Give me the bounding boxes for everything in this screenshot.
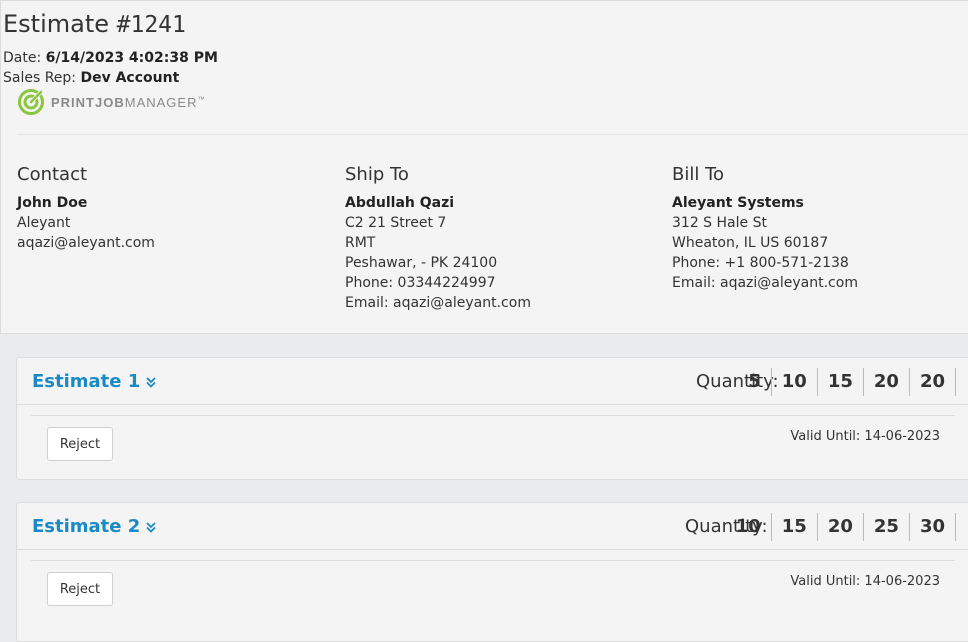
bill-to-heading: Bill To	[672, 164, 725, 185]
trademark: ™	[197, 96, 206, 104]
bill-to-line: Wheaton, IL US 60187	[672, 235, 829, 251]
double-chevron-down-icon	[146, 522, 156, 533]
estimate-card-header: Estimate 1 Quantity: 5 10 15 20 20	[17, 358, 968, 405]
quantity-option[interactable]: 25	[864, 513, 910, 541]
quantity-option[interactable]: 20	[864, 368, 910, 396]
ship-to-heading: Ship To	[345, 164, 409, 185]
valid-until: Valid Until: 14-06-2023	[790, 429, 940, 444]
estimate-card-header: Estimate 2 Quantity: 10 15 20 25 30	[17, 503, 968, 550]
page-title: Estimate #1241	[3, 9, 186, 40]
ship-to-email: Email: aqazi@aleyant.com	[345, 295, 531, 311]
quantity-option[interactable]: 15	[818, 368, 864, 396]
page-title-prefix: Estimate	[3, 10, 117, 38]
estimate-divider	[31, 560, 955, 561]
ship-to-line: Peshawar, - PK 24100	[345, 255, 498, 271]
bill-to-line: 312 S Hale St	[672, 215, 767, 231]
ship-to-name: Abdullah Qazi	[345, 195, 455, 211]
bill-to-section: Bill To Aleyant Systems 312 S Hale St Wh…	[672, 163, 968, 293]
target-icon	[18, 89, 44, 115]
contact-email: aqazi@aleyant.com	[17, 235, 155, 251]
quantity-list: 5 10 15 20 20	[748, 368, 956, 396]
estimate-number: #1241	[116, 12, 186, 38]
quantity-option[interactable]: 20	[818, 513, 864, 541]
bill-to-name: Aleyant Systems	[672, 195, 804, 211]
estimate-date: Date: 6/14/2023 4:02:38 PM	[3, 48, 218, 68]
logo-text-light: MANAGER	[124, 94, 198, 110]
estimate-divider	[31, 415, 955, 416]
date-label: Date:	[3, 50, 42, 66]
bill-to-phone: Phone: +1 800-571-2138	[672, 255, 849, 271]
reject-button[interactable]: Reject	[47, 427, 113, 461]
contact-section: Contact John Doe Aleyant aqazi@aleyant.c…	[17, 163, 317, 253]
valid-until: Valid Until: 14-06-2023	[790, 574, 940, 589]
estimate-title: Estimate 2	[32, 516, 141, 537]
ship-to-line: RMT	[345, 235, 376, 251]
contact-name: John Doe	[17, 195, 88, 211]
header-divider	[17, 134, 968, 135]
quantity-list: 10 15 20 25 30	[736, 513, 956, 541]
bill-to-email: Email: aqazi@aleyant.com	[672, 275, 858, 291]
double-chevron-down-icon	[146, 377, 156, 388]
quantity-option[interactable]: 20	[910, 368, 956, 396]
quantity-option[interactable]: 30	[910, 513, 956, 541]
printjob-manager-logo: PRINTJOBMANAGER™	[17, 88, 205, 116]
quantity-option[interactable]: 10	[772, 368, 818, 396]
quantity-option[interactable]: 15	[772, 513, 818, 541]
ship-to-phone: Phone: 03344224997	[345, 275, 496, 291]
sales-rep-label: Sales Rep:	[3, 70, 77, 86]
reject-button[interactable]: Reject	[47, 572, 113, 606]
logo-text-bold: PRINTJOB	[51, 94, 125, 110]
estimate-toggle[interactable]: Estimate 2	[32, 515, 157, 539]
ship-to-line: C2 21 Street 7	[345, 215, 447, 231]
estimate-card: Estimate 1 Quantity: 5 10 15 20 20 Rejec…	[16, 357, 968, 480]
quantity-option[interactable]: 10	[736, 513, 772, 541]
ship-to-section: Ship To Abdullah Qazi C2 21 Street 7 RMT…	[345, 163, 645, 313]
estimate-header-card: Estimate #1241 Date: 6/14/2023 4:02:38 P…	[0, 0, 968, 334]
estimate-toggle[interactable]: Estimate 1	[32, 370, 157, 394]
logo-text: PRINTJOBMANAGER™	[51, 95, 205, 110]
estimate-title: Estimate 1	[32, 371, 141, 392]
contact-company: Aleyant	[17, 215, 71, 231]
estimate-card: Estimate 2 Quantity: 10 15 20 25 30 Reje…	[16, 502, 968, 642]
quantity-option[interactable]: 5	[748, 368, 772, 396]
sales-rep: Sales Rep: Dev Account	[3, 68, 179, 88]
date-value: 6/14/2023 4:02:38 PM	[45, 50, 218, 66]
contact-heading: Contact	[17, 164, 88, 185]
sales-rep-value: Dev Account	[80, 70, 180, 86]
